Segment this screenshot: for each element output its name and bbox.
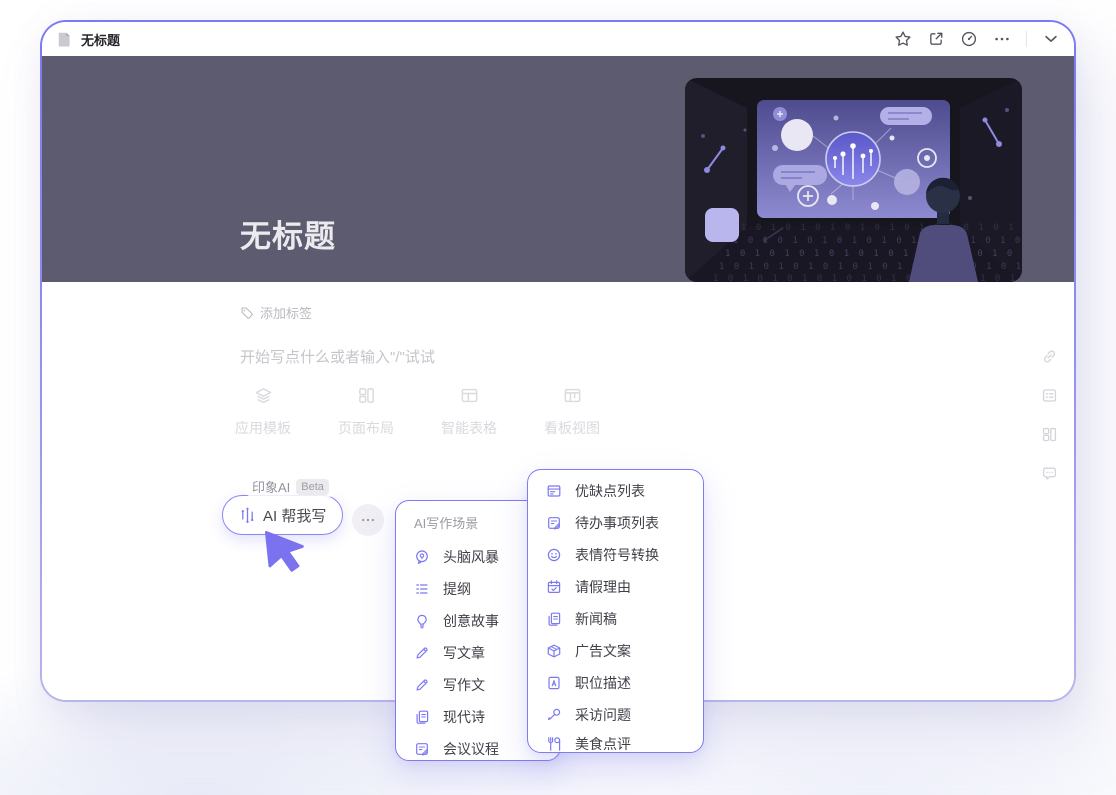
ai-brand-text: 印象AI	[252, 477, 290, 496]
ai-brand-label: 印象AI Beta	[246, 476, 335, 497]
menu-item-label: 表情符号转换	[575, 545, 659, 565]
layers-icon	[254, 386, 273, 405]
note-banner: 无标题	[42, 56, 1074, 282]
menu-item-label: 现代诗	[443, 707, 485, 727]
menu-item-food-review[interactable]: 美食点评	[528, 731, 703, 753]
svg-text:1 0 1 0 1 0 1 0 1 0 1 0 1 0 1: 1 0 1 0 1 0 1 0 1 0 1 0 1 0 1 0 1 0 1 0 …	[733, 236, 1022, 246]
menu-item-label: 广告文案	[575, 641, 631, 661]
browser-table-icon	[546, 483, 562, 499]
layout-icon	[357, 386, 376, 405]
more-options-button[interactable]	[352, 504, 384, 536]
layout-icon[interactable]	[1041, 426, 1058, 443]
menu-item-label: 创意故事	[443, 611, 499, 631]
doc-a-icon	[546, 675, 562, 691]
calendar-icon	[546, 579, 562, 595]
ellipsis-icon	[360, 512, 376, 528]
ai-write-label: AI 帮我写	[263, 505, 326, 526]
menu-item-label: 提纲	[443, 579, 471, 599]
pages-icon	[414, 709, 430, 725]
beta-badge: Beta	[296, 479, 329, 495]
note-title[interactable]: 无标题	[240, 211, 336, 256]
checklist-icon[interactable]	[1041, 387, 1058, 404]
ai-sparkle-icon	[239, 507, 256, 524]
svg-text:1 0 1 0 1 0 1 0 1 0 1 0 1 0 1: 1 0 1 0 1 0 1 0 1 0 1 0 1 0 1 0 1 0 1 0 …	[741, 223, 1022, 233]
ellipsis-icon[interactable]	[993, 30, 1011, 48]
smiley-icon	[546, 547, 562, 563]
star-icon[interactable]	[894, 30, 912, 48]
svg-text:1 0 1 0 1 0 1 0 1 0 1 0 1 0 1: 1 0 1 0 1 0 1 0 1 0 1 0 1 0 1 0 1 0 1 0 …	[725, 249, 1022, 259]
template-kanban-view[interactable]: 看板视图	[537, 386, 607, 438]
cutlery-icon	[546, 736, 562, 752]
template-label: 应用模板	[235, 418, 291, 438]
brainstorm-icon	[414, 549, 430, 565]
menu-item-label: 美食点评	[575, 734, 631, 753]
template-shortcuts: 应用模板 页面布局 智能表格 看板视图	[228, 386, 607, 438]
template-app-templates[interactable]: 应用模板	[228, 386, 298, 438]
template-label: 页面布局	[338, 418, 394, 438]
menu-item-todo-list[interactable]: 待办事项列表	[528, 507, 703, 539]
menu-item-label: 写文章	[443, 643, 485, 663]
chevron-down-icon[interactable]	[1042, 30, 1060, 48]
menu-item-label: 待办事项列表	[575, 513, 659, 533]
package-icon	[546, 643, 562, 659]
menu-item-pros-cons-list[interactable]: 优缺点列表	[528, 475, 703, 507]
titlebar-note-title: 无标题	[81, 30, 120, 49]
microphone-icon	[546, 707, 562, 723]
menu-item-label: 优缺点列表	[575, 481, 645, 501]
kanban-icon	[563, 386, 582, 405]
menu-item-label: 写作文	[443, 675, 485, 695]
pencil-icon	[414, 645, 430, 661]
menu-item-label: 请假理由	[575, 577, 631, 597]
menu-item-interview-questions[interactable]: 采访问题	[528, 699, 703, 731]
template-label: 智能表格	[441, 418, 497, 438]
share-export-icon[interactable]	[927, 30, 945, 48]
template-page-layout[interactable]: 页面布局	[331, 386, 401, 438]
history-clock-icon[interactable]	[960, 30, 978, 48]
ai-more-scenes-menu: 优缺点列表 待办事项列表 表情符号转换 请假理由 新闻稿 广告文案 职位描述 采…	[527, 469, 704, 753]
editor-placeholder[interactable]: 开始写点什么或者输入"/"试试	[240, 346, 435, 367]
document-icon	[56, 31, 73, 48]
link-icon[interactable]	[1041, 348, 1058, 365]
ai-write-button[interactable]: AI 帮我写	[222, 495, 343, 535]
window-titlebar: 无标题	[42, 22, 1074, 56]
add-tag-button[interactable]: 添加标签	[240, 303, 312, 322]
tag-icon	[240, 306, 254, 320]
ai-illustration: 1 0 1 0 1 0 1 0 1 0 1 0 1 0 1 0 1 0 1 0 …	[685, 78, 1022, 282]
menu-item-label: 头脑风暴	[443, 547, 499, 567]
comment-icon[interactable]	[1041, 465, 1058, 482]
template-smart-table[interactable]: 智能表格	[434, 386, 504, 438]
template-label: 看板视图	[544, 418, 600, 438]
menu-item-ad-copy[interactable]: 广告文案	[528, 635, 703, 667]
add-tag-label: 添加标签	[260, 303, 312, 322]
note-edit-icon	[414, 741, 430, 757]
bulb-icon	[414, 613, 430, 629]
svg-text:1 0 1 0 1 0 1 0 1 0 1 0 1 0 1: 1 0 1 0 1 0 1 0 1 0 1 0 1 0 1 0 1 0 1 0 …	[719, 262, 1022, 272]
menu-item-leave-excuse[interactable]: 请假理由	[528, 571, 703, 603]
menu-item-emoji-convert[interactable]: 表情符号转换	[528, 539, 703, 571]
pencil-icon	[414, 677, 430, 693]
titlebar-divider	[1026, 31, 1027, 47]
menu-item-label: 职位描述	[575, 673, 631, 693]
note-edit-icon	[546, 515, 562, 531]
outline-icon	[414, 581, 430, 597]
pages-icon	[546, 611, 562, 627]
menu-item-press-release[interactable]: 新闻稿	[528, 603, 703, 635]
menu-item-label: 采访问题	[575, 705, 631, 725]
menu-item-label: 新闻稿	[575, 609, 617, 629]
menu-item-label: 会议议程	[443, 739, 499, 759]
table-icon	[460, 386, 479, 405]
side-tool-strip	[1041, 348, 1058, 482]
menu-item-job-description[interactable]: 职位描述	[528, 667, 703, 699]
